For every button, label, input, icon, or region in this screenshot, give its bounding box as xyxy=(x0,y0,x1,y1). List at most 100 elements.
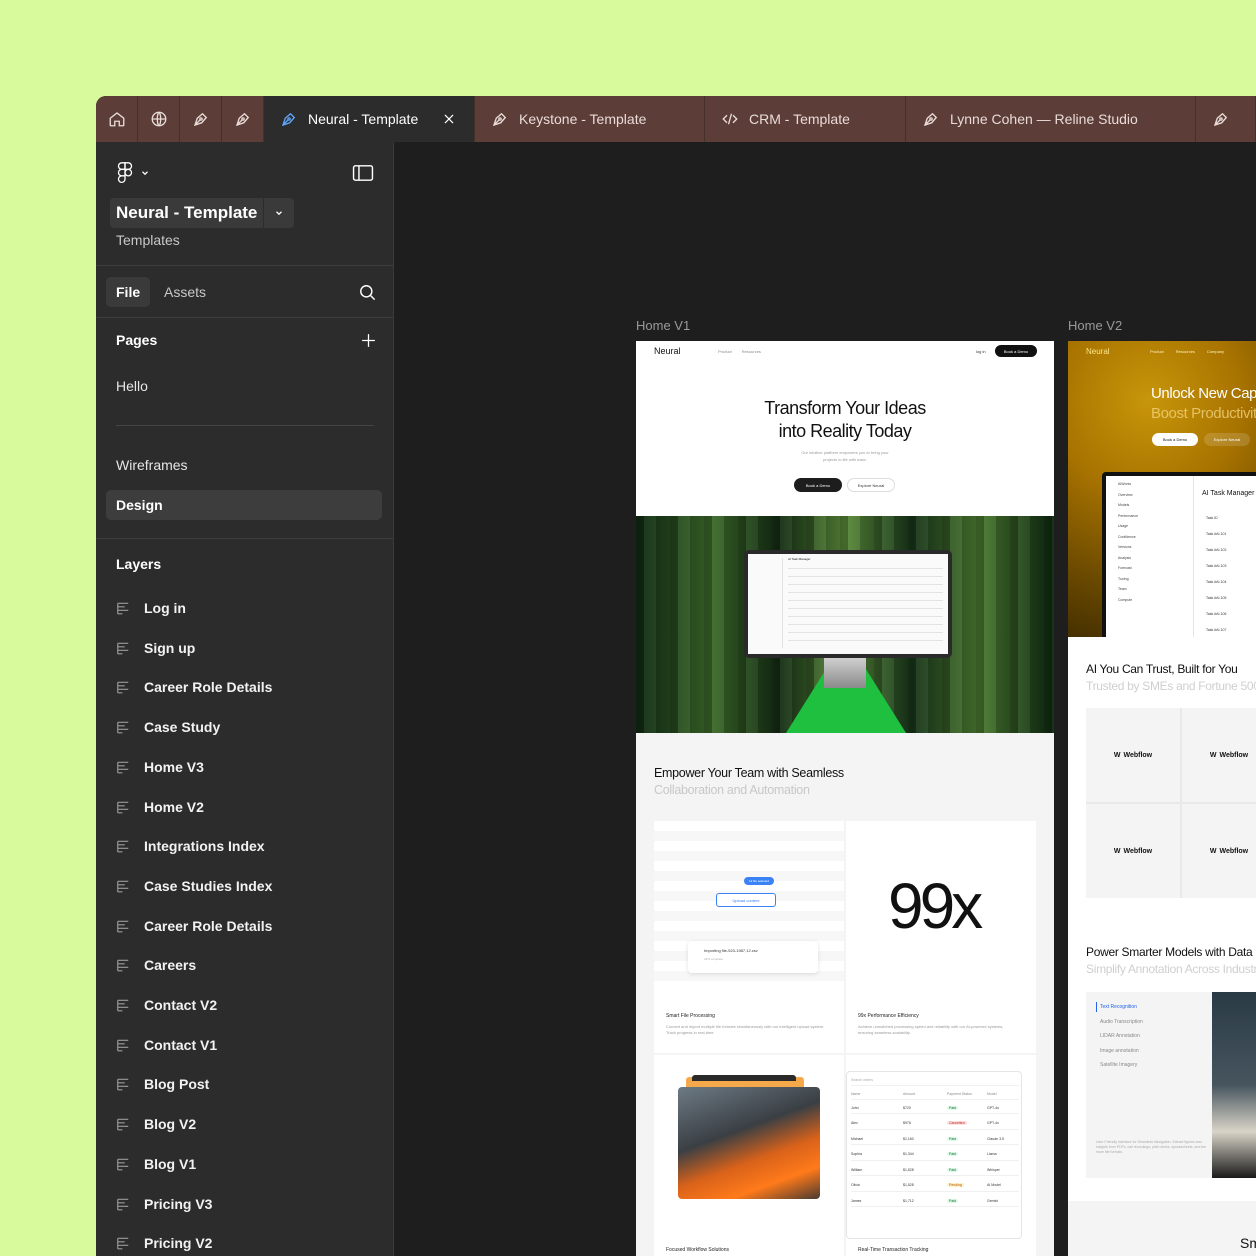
frame-label-home-v1[interactable]: Home V1 xyxy=(636,318,690,333)
cell-status: Paid xyxy=(947,1167,987,1172)
frame-layer-icon xyxy=(117,920,129,933)
frame-home-v2[interactable]: Neural Product Resources Company Unlock … xyxy=(1068,341,1256,1256)
layer-item[interactable]: Career Role Details xyxy=(116,914,272,938)
card-title: 99x Performance Efficiency xyxy=(858,1013,919,1019)
annotation-type: Audio Transcription xyxy=(1100,1018,1143,1025)
pages-layers-divider[interactable] xyxy=(96,538,393,539)
tab-label: Neural - Template xyxy=(308,111,419,127)
layer-item[interactable]: Blog V2 xyxy=(116,1112,196,1136)
cell-name: Michael xyxy=(851,1136,864,1141)
layer-item[interactable]: Contact V2 xyxy=(116,993,217,1017)
page-item-hello[interactable]: Hello xyxy=(106,371,382,401)
layer-item[interactable]: Blog Post xyxy=(116,1072,209,1096)
layer-item[interactable]: Careers xyxy=(116,953,196,977)
logo-text: Webflow xyxy=(1123,751,1153,759)
cell-model: Gemini xyxy=(987,1198,999,1203)
tab-crm-template[interactable]: CRM - Template xyxy=(705,96,906,142)
frame-layer-icon xyxy=(117,1198,129,1210)
layer-item[interactable]: Case Study xyxy=(116,715,220,739)
feature-card-transactions: Search orders Name Amount Payment Status… xyxy=(846,1055,1036,1256)
card-title: Focused Workflow Solutions xyxy=(666,1247,729,1253)
status-badge: Paid xyxy=(947,1136,959,1141)
hero-secondary-button: Explore Neural xyxy=(847,478,895,492)
tab-assets[interactable]: Assets xyxy=(164,277,206,307)
cell-model: GPT-4o xyxy=(987,1105,1000,1110)
frame-home-v1[interactable]: Neural Product Resources log in Book a D… xyxy=(636,341,1054,1256)
draft-tab[interactable] xyxy=(222,96,264,142)
layer-item[interactable]: Pricing V2 xyxy=(116,1231,212,1255)
layer-item[interactable]: Log in xyxy=(116,596,186,620)
task-row: Task #AI-107 xyxy=(1206,628,1227,632)
annotation-card: Text Recognition Audio Transcription LIDAR… xyxy=(1086,992,1256,1178)
pen-tool-icon xyxy=(235,112,249,127)
search-button[interactable] xyxy=(358,283,377,307)
app-sidebar-item: Overview xyxy=(1118,492,1133,497)
status-badge: Paid xyxy=(947,1198,959,1203)
layer-label: Pricing V2 xyxy=(144,1235,213,1252)
sidebar-tabs: File Assets xyxy=(96,266,393,318)
layer-label: Pricing V3 xyxy=(144,1195,213,1212)
tab-keystone-template[interactable]: Keystone - Template xyxy=(475,96,705,142)
layer-item[interactable]: Sign up xyxy=(116,636,195,660)
page-item-design[interactable]: Design xyxy=(106,490,382,520)
status-badge: Paid xyxy=(947,1105,959,1110)
app-mockup-screen: AIWorks Overview Models Performance Usage Con… xyxy=(1106,476,1256,637)
layer-item[interactable]: Blog V1 xyxy=(116,1152,196,1176)
add-page-button[interactable] xyxy=(360,332,377,354)
layer-label: Home V3 xyxy=(144,758,204,775)
layer-item[interactable]: Career Role Details xyxy=(116,675,272,699)
active-indicator xyxy=(1096,1002,1097,1012)
hero-subtitle: Our intuitive platform empowers you to b… xyxy=(801,450,889,462)
project-name[interactable]: Templates xyxy=(116,232,180,248)
nav-link: Resources xyxy=(741,349,761,354)
home-tab[interactable] xyxy=(96,96,138,142)
screen-title: AI Task Manager xyxy=(788,557,811,561)
community-tab[interactable] xyxy=(138,96,180,142)
design-canvas[interactable]: Home V1 Home V2 Neural Product Resources… xyxy=(394,142,1256,1256)
cell-model: Llama xyxy=(987,1152,997,1156)
status-badge: Paid xyxy=(947,1152,959,1156)
frame-label-home-v2[interactable]: Home V2 xyxy=(1068,318,1122,333)
layer-item[interactable]: Home V2 xyxy=(116,795,204,819)
app-sidebar-item: AIWorks xyxy=(1118,482,1132,486)
tab-neural-template[interactable]: Neural - Template xyxy=(264,96,475,142)
section-title-muted: Collaboration and Automation xyxy=(654,783,810,797)
person-photo xyxy=(1212,992,1256,1178)
layer-item[interactable]: Integrations Index xyxy=(116,834,265,858)
tab-overflow[interactable] xyxy=(1196,96,1256,142)
layer-item[interactable]: Pricing V3 xyxy=(116,1192,212,1216)
task-row: Task #AI-106 xyxy=(1206,612,1227,616)
tab-file[interactable]: File xyxy=(106,277,151,307)
file-title[interactable]: Neural - Template xyxy=(110,198,264,228)
site-logo: Neural xyxy=(654,346,681,356)
draft-tab[interactable] xyxy=(180,96,222,142)
monitor-mockup: AI Task Manager xyxy=(744,550,952,658)
chevron-down-icon xyxy=(276,211,283,216)
layer-label: Blog V2 xyxy=(144,1116,197,1133)
tab-lynne-cohen[interactable]: Lynne Cohen — Reline Studio xyxy=(906,96,1196,142)
main-menu-button[interactable] xyxy=(116,162,150,184)
close-icon[interactable] xyxy=(442,112,456,126)
frame-layer-icon xyxy=(117,761,129,774)
app-title: AI Task Manager xyxy=(1202,490,1255,497)
layer-item[interactable]: Contact V1 xyxy=(116,1033,217,1057)
frame-layer-icon xyxy=(117,960,129,972)
layer-label: Blog Post xyxy=(144,1076,210,1093)
tab-bar: Neural - Template Keystone - Template CR… xyxy=(96,96,1256,142)
screen-row xyxy=(788,608,943,609)
layer-label: Blog V1 xyxy=(144,1155,197,1172)
next-section: Sm xyxy=(1068,1201,1256,1256)
toggle-sidebar-button[interactable] xyxy=(352,164,374,187)
frame-layer-icon xyxy=(117,1158,129,1171)
layer-label: Career Role Details xyxy=(144,917,273,934)
annotation-type: Text Recognition xyxy=(1100,1004,1137,1010)
file-menu-button[interactable] xyxy=(264,198,295,228)
layer-item[interactable]: Case Studies Index xyxy=(116,874,272,898)
section-title: Power Smarter Models with Data xyxy=(1086,945,1253,959)
annotation-type: Satellite Imagery xyxy=(1100,1062,1138,1068)
file-title-group: Neural - Template xyxy=(110,198,295,228)
cell-name: John xyxy=(851,1105,859,1110)
layer-item[interactable]: Home V3 xyxy=(116,755,204,779)
cell-status: Paid xyxy=(947,1152,987,1156)
page-item-wireframes[interactable]: Wireframes xyxy=(106,450,382,480)
